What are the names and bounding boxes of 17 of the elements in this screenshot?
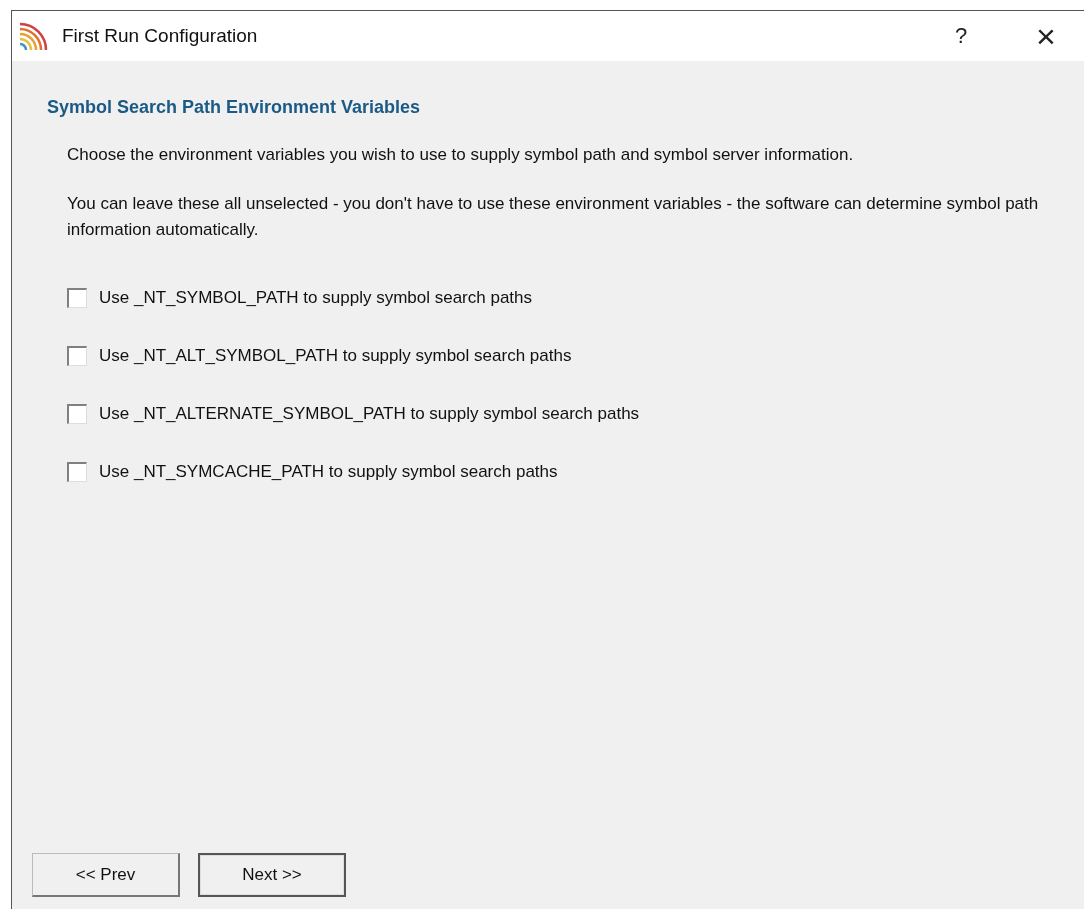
close-button[interactable]: × [1006,11,1084,61]
option-label[interactable]: Use _NT_ALT_SYMBOL_PATH to supply symbol search paths [99,346,572,366]
section-heading: Symbol Search Path Environment Variables [47,97,422,118]
nav-button[interactable]: Next >> [198,853,346,897]
window-title: First Run Configuration [62,25,258,47]
help-button[interactable]: ? [916,11,1006,61]
checkbox[interactable] [67,346,87,366]
rainbow-arcs-icon [18,20,50,52]
description-text: Choose the environment variables you wish to use to supply symbol path and symbol server information. [67,144,855,166]
option-label[interactable]: Use _NT_SYMBOL_PATH to supply symbol search paths [99,288,533,308]
checkbox[interactable] [67,404,87,424]
option-label[interactable]: Use _NT_SYMCACHE_PATH to supply symbol search paths [99,462,558,482]
nav-button[interactable]: << Prev [32,853,180,897]
checkbox[interactable] [67,462,87,482]
option-label[interactable]: Use _NT_ALTERNATE_SYMBOL_PATH to supply symbol search paths [99,404,640,424]
description-text: You can leave these all unselected - you don't have to use these environment variables - the software can determine symbol path information automatically. [67,193,1040,241]
checkbox[interactable] [67,288,87,308]
